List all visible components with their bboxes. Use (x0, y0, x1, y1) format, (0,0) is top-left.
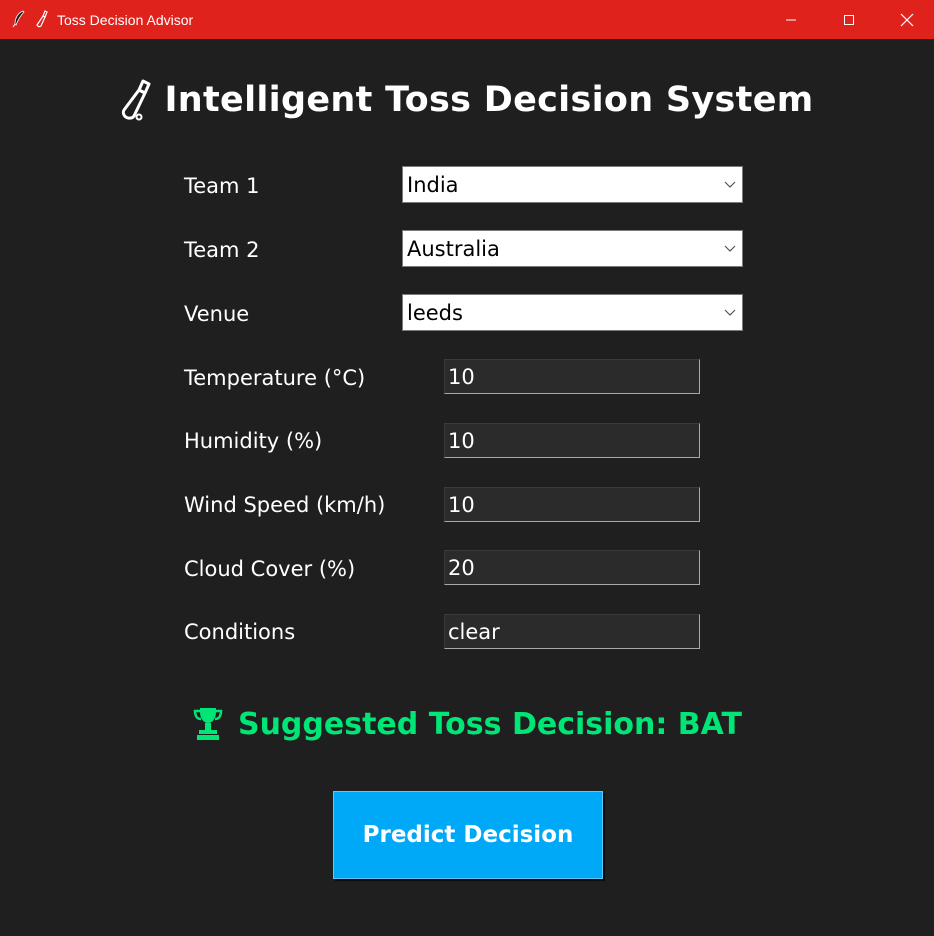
team2-label: Team 2 (184, 238, 260, 262)
close-button[interactable] (878, 0, 934, 39)
wind-speed-input[interactable]: 10 (444, 487, 700, 522)
team1-label: Team 1 (184, 174, 260, 198)
title-bar: Toss Decision Advisor (0, 0, 934, 39)
team2-select-value: Australia (407, 237, 500, 261)
page-title: Intelligent Toss Decision System (0, 76, 934, 124)
cloud-cover-input[interactable]: 20 (444, 550, 700, 585)
team2-select[interactable]: Australia (402, 230, 743, 267)
humidity-input-value: 10 (448, 429, 475, 453)
cricket-bat-icon (122, 79, 151, 121)
result-banner: Suggested Toss Decision: BAT (0, 702, 934, 746)
humidity-label: Humidity (%) (184, 429, 323, 453)
minimize-button[interactable] (762, 0, 820, 39)
humidity-input[interactable]: 10 (444, 423, 700, 458)
temperature-input[interactable]: 10 (444, 359, 700, 394)
venue-select-value: leeds (407, 301, 463, 325)
chevron-down-icon (724, 309, 736, 316)
chevron-down-icon (724, 181, 736, 188)
wind-speed-label: Wind Speed (km/h) (184, 493, 386, 517)
conditions-input[interactable]: clear (444, 614, 700, 649)
close-icon (900, 13, 914, 26)
maximize-icon (844, 14, 854, 25)
team1-select[interactable]: India (402, 166, 743, 203)
chevron-down-icon (724, 245, 736, 252)
cricket-bat-icon (36, 10, 48, 28)
team1-select-value: India (407, 173, 459, 197)
conditions-input-value: clear (448, 620, 500, 644)
trophy-icon (193, 708, 223, 740)
cloud-cover-label: Cloud Cover (%) (184, 557, 356, 581)
venue-label: Venue (184, 302, 250, 326)
minimize-icon (786, 19, 796, 20)
conditions-label: Conditions (184, 620, 296, 644)
page-title-text: Intelligent Toss Decision System (164, 80, 814, 120)
result-text: Suggested Toss Decision: BAT (237, 706, 743, 742)
temperature-input-value: 10 (448, 365, 475, 389)
cloud-cover-input-value: 20 (448, 556, 475, 580)
wind-speed-input-value: 10 (448, 493, 475, 517)
venue-select[interactable]: leeds (402, 294, 743, 331)
predict-decision-button[interactable]: Predict Decision (333, 791, 603, 879)
feather-icon (12, 10, 25, 28)
maximize-button[interactable] (820, 0, 878, 39)
temperature-label: Temperature (°C) (184, 366, 366, 390)
window-title: Toss Decision Advisor (57, 12, 194, 28)
